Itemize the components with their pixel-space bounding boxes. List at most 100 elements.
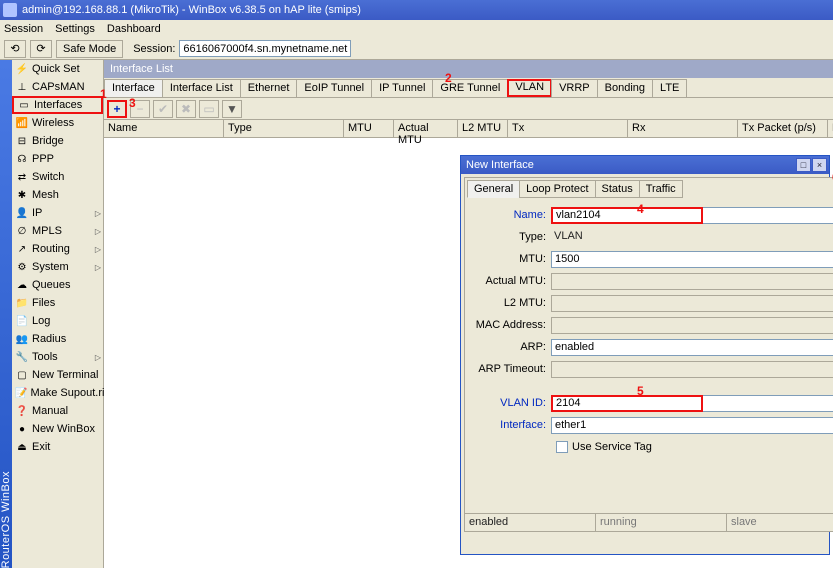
- name-input[interactable]: [551, 207, 703, 224]
- tab-interface-list[interactable]: Interface List: [162, 79, 241, 97]
- sidebar-item-quick-set[interactable]: ⚡Quick Set: [12, 60, 103, 78]
- dialog-tab-loop-protect[interactable]: Loop Protect: [519, 180, 595, 198]
- sidebar-item-make-supout.rif[interactable]: 📝Make Supout.rif: [12, 384, 103, 402]
- sidebar-icon: ▭: [17, 98, 31, 112]
- add-button[interactable]: +: [107, 100, 127, 118]
- sidebar-item-interfaces[interactable]: ▭Interfaces: [12, 96, 103, 114]
- sidebar-label: Exit: [32, 441, 103, 453]
- status-enabled: enabled: [465, 514, 596, 531]
- arp-timeout-label: ARP Timeout:: [471, 363, 551, 375]
- col-type[interactable]: Type: [224, 120, 344, 137]
- name-label: Name:: [471, 209, 551, 221]
- sidebar-icon: ●: [15, 422, 29, 436]
- sidebar-item-ppp[interactable]: ☊PPP: [12, 150, 103, 168]
- tab-bonding[interactable]: Bonding: [597, 79, 653, 97]
- sidebar-item-switch[interactable]: ⇄Switch: [12, 168, 103, 186]
- comment-button[interactable]: ▭: [199, 100, 219, 118]
- enable-button[interactable]: ✔: [153, 100, 173, 118]
- col-tx-packet-p-s-[interactable]: Tx Packet (p/s): [738, 120, 828, 137]
- sidebar-item-new-terminal[interactable]: ▢New Terminal: [12, 366, 103, 384]
- submenu-arrow-icon: ▷: [95, 245, 101, 254]
- window-title: admin@192.168.88.1 (MikroTik) - WinBox v…: [22, 4, 361, 16]
- forward-button[interactable]: ⟳: [30, 40, 52, 58]
- dialog-close-icon[interactable]: ×: [812, 158, 827, 172]
- col-l2-mtu[interactable]: L2 MTU: [458, 120, 508, 137]
- arp-timeout-input[interactable]: [551, 361, 833, 378]
- sidebar-item-manual[interactable]: ❓Manual: [12, 402, 103, 420]
- sidebar-item-ip[interactable]: 👤IP▷: [12, 204, 103, 222]
- name-input-tail[interactable]: [703, 207, 833, 224]
- use-service-tag-checkbox[interactable]: [556, 441, 568, 453]
- sidebar-icon: ⊟: [15, 134, 29, 148]
- sidebar-item-mpls[interactable]: ∅MPLS▷: [12, 222, 103, 240]
- dialog-tab-general[interactable]: General: [467, 180, 520, 198]
- filter-button[interactable]: ▼: [222, 100, 242, 118]
- menu-dashboard[interactable]: Dashboard: [107, 23, 161, 35]
- sidebar-icon: ∅: [15, 224, 29, 238]
- dialog-tab-traffic[interactable]: Traffic: [639, 180, 683, 198]
- sidebar-item-radius[interactable]: 👥Radius: [12, 330, 103, 348]
- sidebar-icon: ↗: [15, 242, 29, 256]
- sidebar-icon: 📝: [15, 386, 27, 400]
- dialog-max-icon[interactable]: □: [796, 158, 811, 172]
- interface-toolbar: + − ✔ ✖ ▭ ▼ 3: [104, 98, 833, 120]
- sidebar-item-log[interactable]: 📄Log: [12, 312, 103, 330]
- mac-value: [551, 317, 833, 334]
- menu-session[interactable]: Session: [4, 23, 43, 35]
- sidebar-label: Mesh: [32, 189, 103, 201]
- sidebar-item-files[interactable]: 📁Files: [12, 294, 103, 312]
- sidebar-icon: ⊥: [15, 80, 29, 94]
- safe-mode-button[interactable]: Safe Mode: [56, 40, 123, 58]
- new-interface-dialog: New Interface □ × GeneralLoop ProtectSta…: [460, 155, 830, 555]
- sidebar-item-exit[interactable]: ⏏Exit: [12, 438, 103, 456]
- sidebar-icon: 📁: [15, 296, 29, 310]
- tab-lte[interactable]: LTE: [652, 79, 687, 97]
- tab-interface[interactable]: Interface: [104, 79, 163, 97]
- arp-label: ARP:: [471, 341, 551, 353]
- vlan-id-input[interactable]: [551, 395, 703, 412]
- submenu-arrow-icon: ▷: [95, 227, 101, 236]
- menu-settings[interactable]: Settings: [55, 23, 95, 35]
- sidebar-label: New Terminal: [32, 369, 103, 381]
- interface-input[interactable]: [551, 417, 833, 434]
- sidebar-item-bridge[interactable]: ⊟Bridge: [12, 132, 103, 150]
- tab-vlan[interactable]: VLAN: [507, 79, 552, 97]
- sidebar-strip-text: RouterOS WinBox: [0, 465, 12, 568]
- window-titlebar: admin@192.168.88.1 (MikroTik) - WinBox v…: [0, 0, 833, 20]
- tab-ip-tunnel[interactable]: IP Tunnel: [371, 79, 433, 97]
- sidebar-item-capsman[interactable]: ⊥CAPsMAN: [12, 78, 103, 96]
- dialog-tab-status[interactable]: Status: [595, 180, 640, 198]
- sidebar-item-wireless[interactable]: 📶Wireless: [12, 114, 103, 132]
- sidebar-item-new-winbox[interactable]: ●New WinBox: [12, 420, 103, 438]
- tab-gre-tunnel[interactable]: GRE Tunnel: [432, 79, 508, 97]
- sidebar: ⚡Quick Set⊥CAPsMAN▭Interfaces📶Wireless⊟B…: [12, 60, 104, 568]
- back-button[interactable]: ⟲: [4, 40, 26, 58]
- col-name[interactable]: Name: [104, 120, 224, 137]
- vlan-id-input-tail[interactable]: [703, 395, 833, 412]
- session-value[interactable]: 6616067000f4.sn.mynetname.net: [179, 40, 351, 57]
- col-rx-packet-p-s-[interactable]: Rx Packet (p/s): [828, 120, 833, 137]
- tab-eoip-tunnel[interactable]: EoIP Tunnel: [296, 79, 372, 97]
- remove-button[interactable]: −: [130, 100, 150, 118]
- col-mtu[interactable]: MTU: [344, 120, 394, 137]
- col-rx[interactable]: Rx: [628, 120, 738, 137]
- sidebar-item-tools[interactable]: 🔧Tools▷: [12, 348, 103, 366]
- sidebar-item-system[interactable]: ⚙System▷: [12, 258, 103, 276]
- sidebar-label: Manual: [32, 405, 103, 417]
- sidebar-icon: ⚡: [15, 62, 29, 76]
- arp-input[interactable]: [551, 339, 833, 356]
- col-tx[interactable]: Tx: [508, 120, 628, 137]
- col-actual-mtu[interactable]: Actual MTU: [394, 120, 458, 137]
- sidebar-label: Quick Set: [32, 63, 103, 75]
- sidebar-item-mesh[interactable]: ✱Mesh: [12, 186, 103, 204]
- interface-list-title: Interface List: [104, 60, 833, 78]
- tab-ethernet[interactable]: Ethernet: [240, 79, 298, 97]
- tab-vrrp[interactable]: VRRP: [551, 79, 598, 97]
- sidebar-label: IP: [32, 207, 92, 219]
- dialog-status-row: enabled running slave: [465, 513, 833, 531]
- sidebar-item-routing[interactable]: ↗Routing▷: [12, 240, 103, 258]
- mtu-input[interactable]: [551, 251, 833, 268]
- sidebar-item-queues[interactable]: ☁Queues: [12, 276, 103, 294]
- dialog-form-panel: GeneralLoop ProtectStatusTraffic Name: 4…: [464, 177, 833, 532]
- disable-button[interactable]: ✖: [176, 100, 196, 118]
